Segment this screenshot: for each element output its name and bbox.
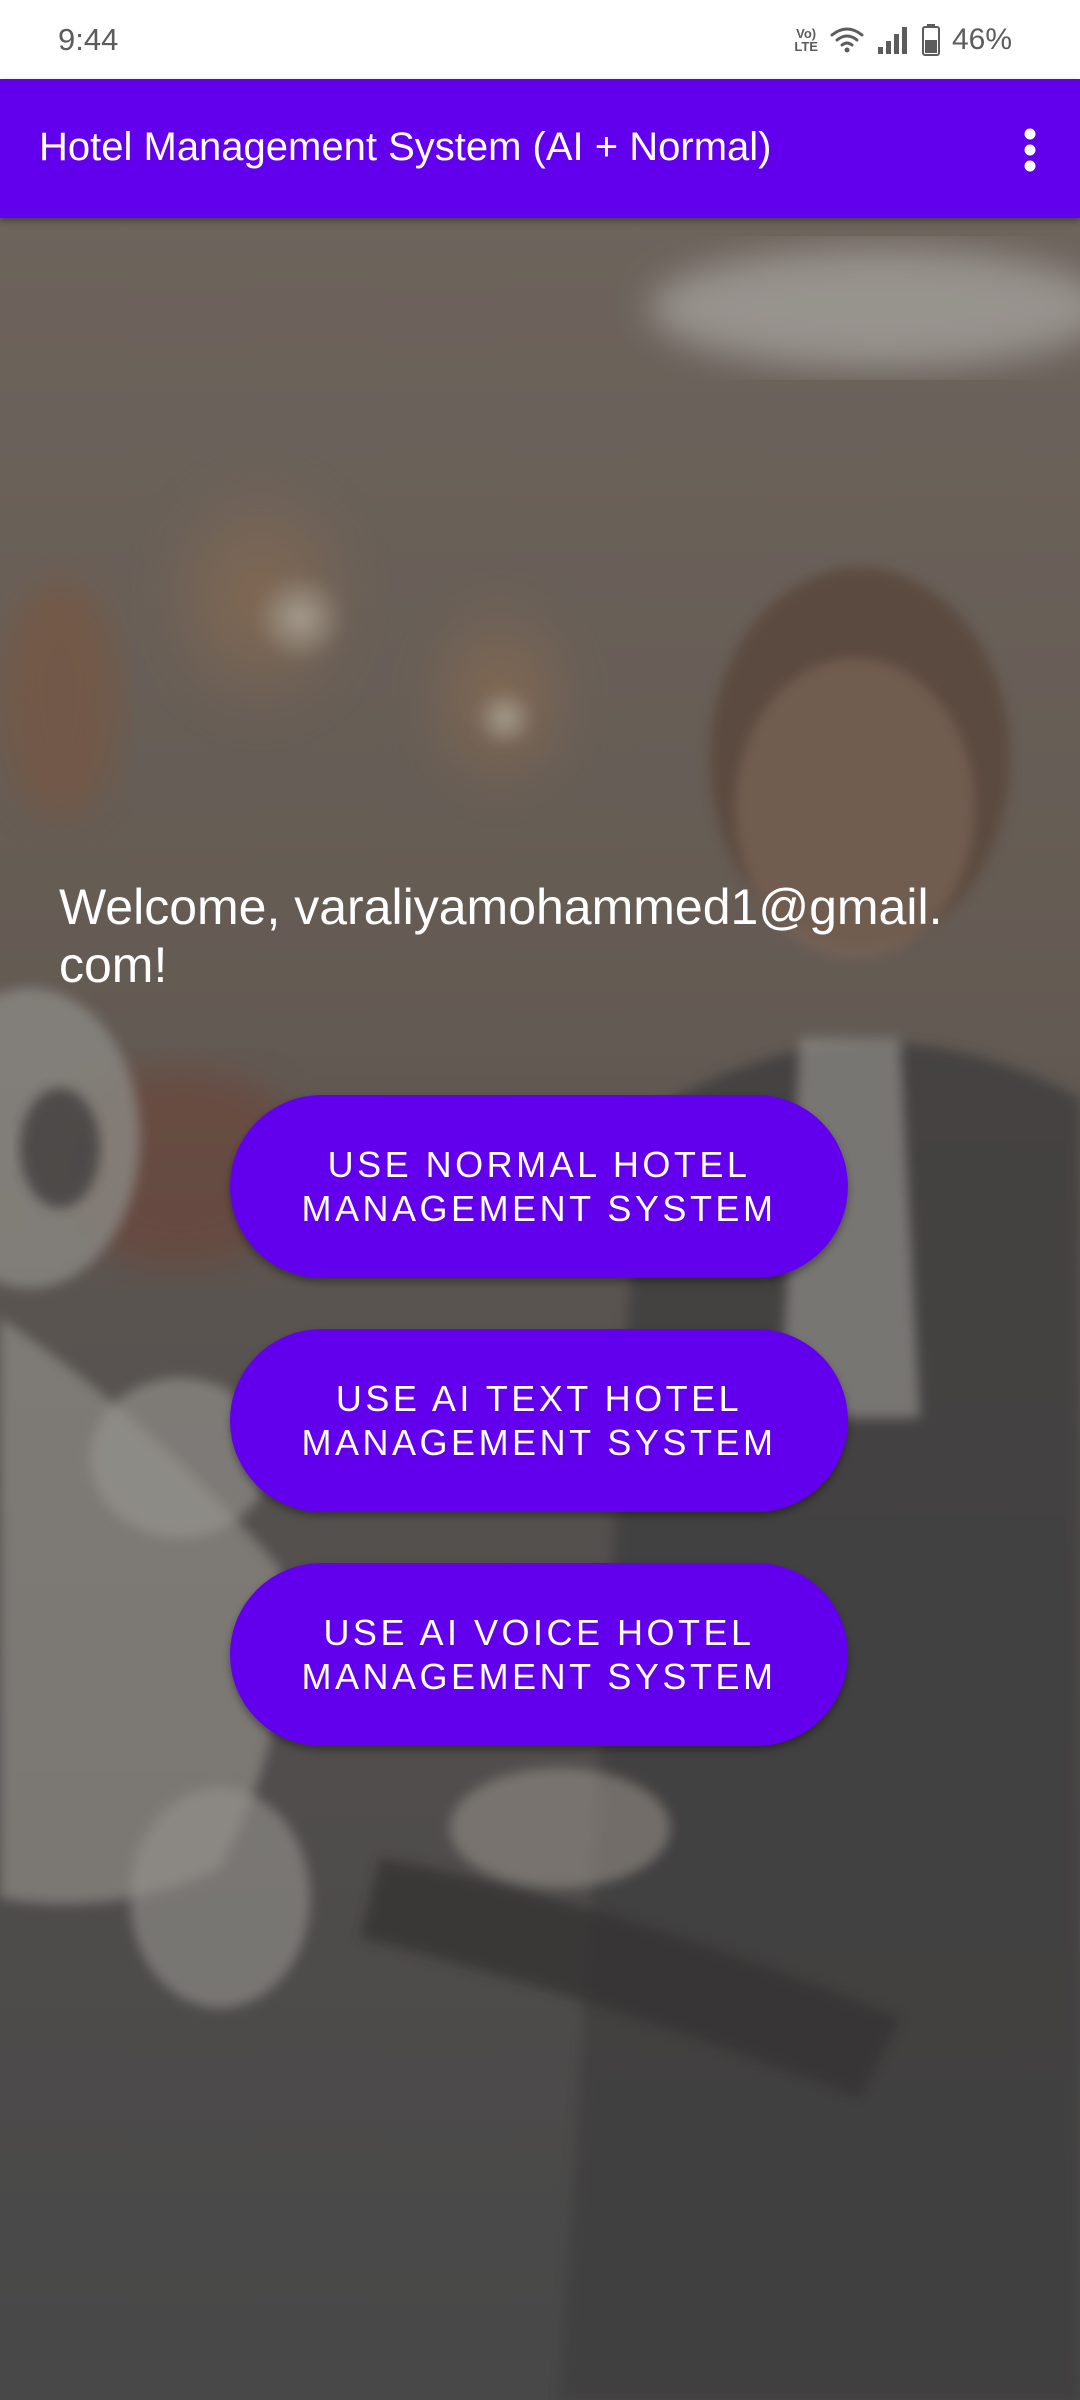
status-bar: 9:44 Vo) LTE 46% — [0, 0, 1080, 79]
app-bar: Hotel Management System (AI + Normal) — [0, 79, 1080, 218]
normal-hotel-system-button[interactable]: USE NORMAL HOTEL MANAGEMENT SYSTEM — [230, 1095, 848, 1278]
welcome-text: Welcome, varaliyamohammed1@gmail.com! — [59, 879, 943, 993]
signal-icon — [877, 27, 907, 54]
more-vert-glyph — [1024, 128, 1036, 172]
main-content: Welcome, varaliyamohammed1@gmail.com! US… — [0, 218, 1080, 2400]
status-icons: Vo) LTE 46% — [794, 20, 1012, 60]
status-time: 9:44 — [58, 22, 119, 57]
app-title: Hotel Management System (AI + Normal) — [39, 125, 772, 169]
volte-icon: Vo) LTE — [794, 27, 818, 53]
volte-label-bottom: LTE — [794, 39, 818, 54]
more-vert-icon[interactable] — [1002, 115, 1058, 185]
ai-voice-hotel-system-button[interactable]: USE AI VOICE HOTEL MANAGEMENT SYSTEM — [230, 1563, 848, 1746]
battery-percent: 46% — [951, 23, 1012, 56]
screen: 9:44 Vo) LTE 46% Hotel Management System… — [0, 0, 1080, 2400]
background-overlay — [0, 218, 1080, 2400]
battery-icon — [921, 24, 940, 56]
wifi-icon — [830, 27, 864, 53]
ai-text-hotel-system-button[interactable]: USE AI TEXT HOTEL MANAGEMENT SYSTEM — [230, 1329, 848, 1512]
